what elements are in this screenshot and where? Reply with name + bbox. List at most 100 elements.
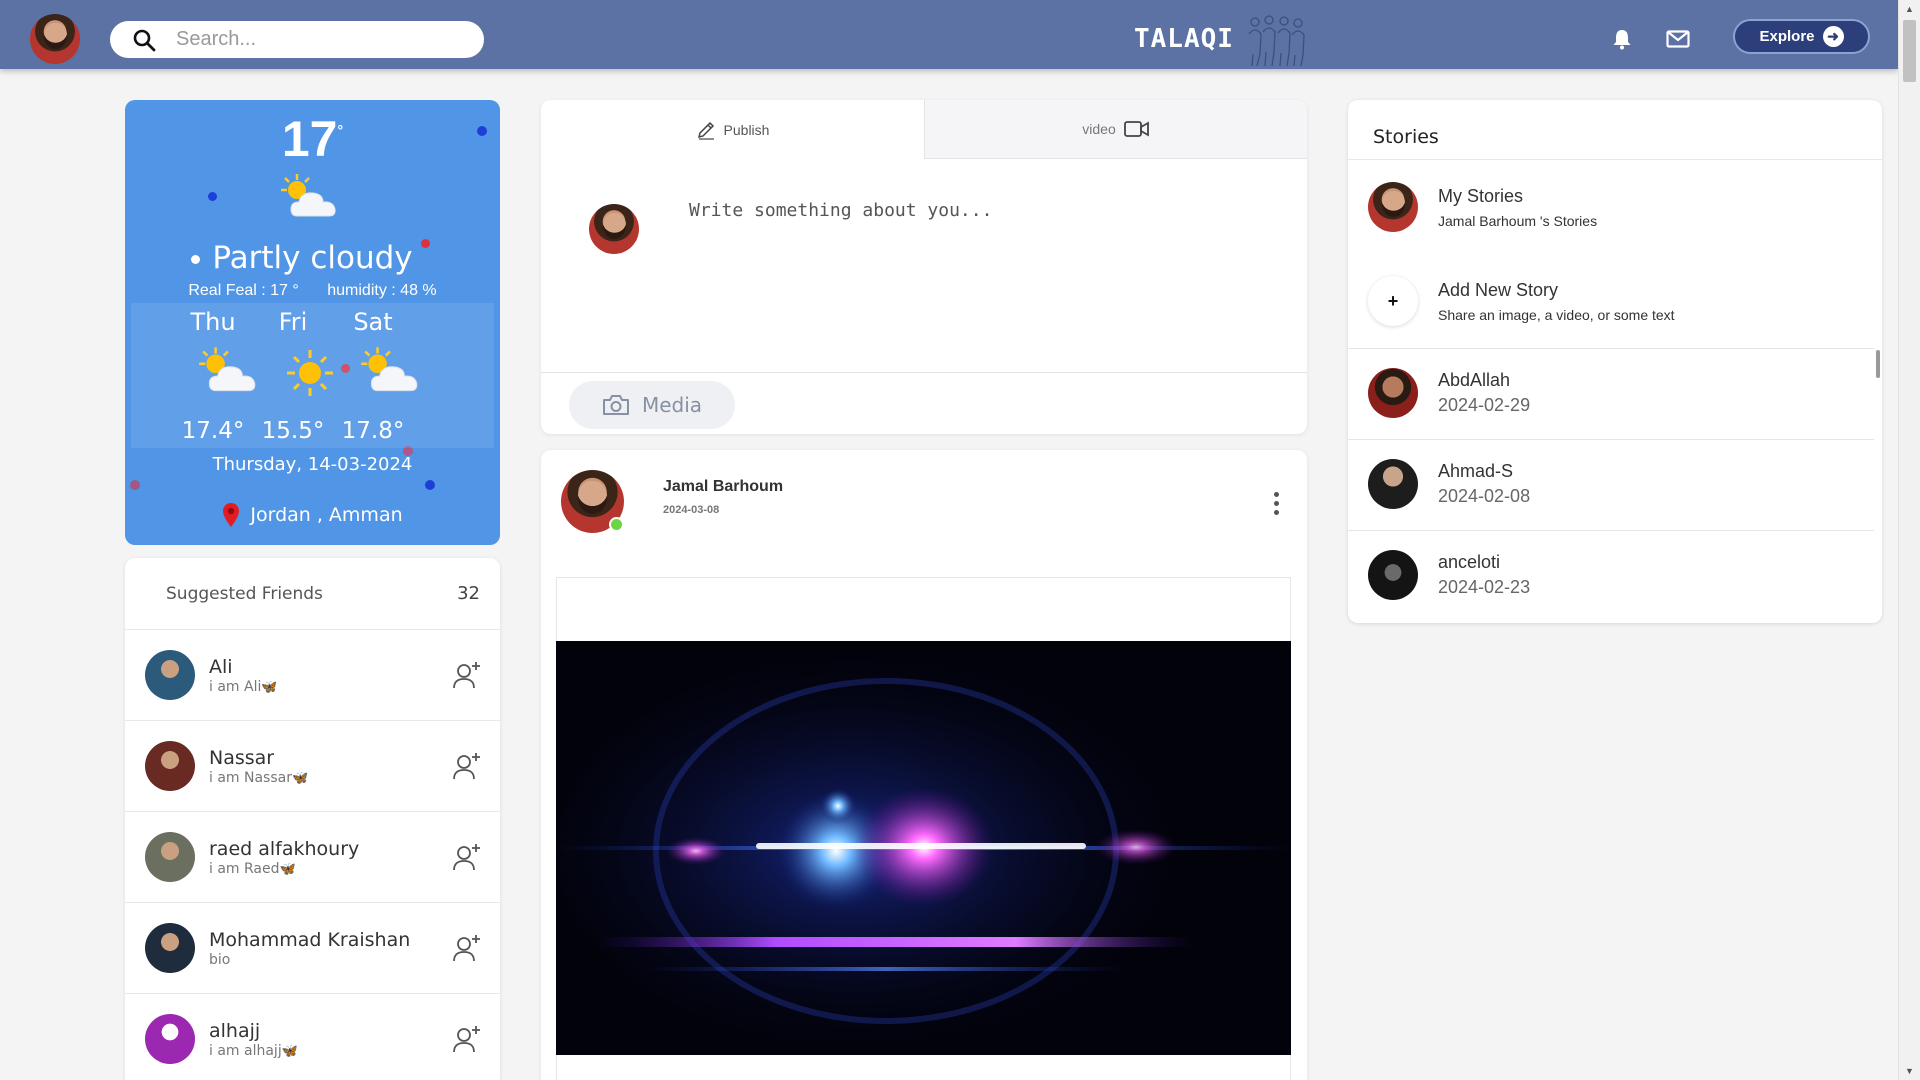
friend-avatar[interactable] [145,832,195,882]
tab-publish[interactable]: Publish [541,100,924,159]
divider [1348,348,1874,349]
suggested-friend-item[interactable]: raed alfakhoury i am Raed🦋 [125,812,500,903]
tab-publish-label: Publish [723,121,770,138]
story-item[interactable]: Ahmad-S 2024-02-08 [1348,459,1874,509]
messages-mail-icon[interactable] [1666,30,1690,48]
composer-avatar [589,204,639,254]
tab-video[interactable]: video [924,100,1307,159]
brand-name: TALAQI [1134,24,1234,54]
explore-button[interactable]: Explore ➜ [1733,19,1870,54]
explore-label: Explore [1759,28,1815,45]
story-date: 2024-02-29 [1438,395,1531,415]
media-label: Media [641,393,703,417]
add-friend-icon[interactable] [452,660,482,690]
weather-details: Real Feal : 17 ° humidity : 48 % [125,282,500,300]
friend-name: Ali [209,655,233,678]
add-friend-icon[interactable] [452,1024,482,1054]
friend-name: alhajj [209,1019,261,1042]
story-date: 2024-02-23 [1438,577,1531,597]
arrow-right-icon: ➜ [1822,26,1844,47]
scroll-down-icon[interactable]: ▼ [1905,1066,1914,1076]
friend-bio: i am alhajj🦋 [209,1042,298,1059]
friend-avatar[interactable] [145,923,195,973]
suggested-friends-title: Suggested Friends [166,583,323,604]
online-status-indicator [609,517,624,532]
plus-icon[interactable]: + [1368,276,1418,326]
post-image[interactable] [556,641,1291,1055]
my-stories-title: My Stories [1438,185,1524,206]
add-friend-icon[interactable] [452,933,482,963]
real-feel: Real Feal : 17 ° [188,282,299,299]
decor-dot [425,480,435,490]
search-input[interactable] [176,28,436,51]
friend-name: Mohammad Kraishan [209,928,411,951]
search-bar [110,21,484,58]
post-composer: Publish video Media [541,100,1307,434]
butterfly-icon: 🦋 [279,861,296,877]
pencil-icon [697,121,714,140]
divider [1348,439,1874,440]
stories-scrollbar-thumb[interactable] [1876,350,1880,378]
scrollbar-thumb[interactable] [1903,20,1916,82]
friend-avatar[interactable] [145,650,195,700]
location-text: Jordan , Amman [250,504,403,526]
suggested-friends-header: Suggested Friends 32 [125,558,500,630]
more-options-icon[interactable] [1274,492,1279,515]
story-item[interactable]: AbdAllah 2024-02-29 [1348,368,1874,418]
friend-bio: i am Ali🦋 [209,678,278,695]
friend-bio: i am Nassar🦋 [209,769,309,786]
add-story-item[interactable]: + Add New Story Share an image, a video,… [1348,276,1874,326]
people-logo-icon [1248,15,1305,67]
add-friend-icon[interactable] [452,842,482,872]
weather-widget: 17° Partly cloudy Real Feal : 17 ° humid… [125,100,500,545]
story-avatar [1368,550,1418,600]
story-user-name: AbdAllah [1438,370,1511,390]
friend-name: raed alfakhoury [209,837,360,860]
forecast-day: Sat [353,308,393,336]
forecast-day: Fri [278,308,308,336]
friend-avatar[interactable] [145,741,195,791]
friend-list: Ali i am Ali🦋 Nassar i am Nassar🦋 raed a… [125,630,500,1080]
profile-avatar[interactable] [30,14,80,64]
decor-dot [130,480,140,490]
friend-bio: bio [209,951,231,968]
my-stories-subtitle: Jamal Barhoum 's Stories [1438,212,1598,229]
camera-icon [602,395,629,415]
humidity: humidity : 48 % [327,282,437,299]
suggested-friends-panel: Suggested Friends 32 Ali i am Ali🦋 Nassa… [125,558,500,1080]
sunny-icon [287,350,333,396]
weather-condition: Partly cloudy [212,240,413,276]
butterfly-icon: 🦋 [261,679,278,695]
composer-tabs: Publish video [541,100,1307,159]
post-author-name[interactable]: Jamal Barhoum [663,478,783,496]
friend-bio: i am Raed🦋 [209,860,296,877]
top-navbar: TALAQI Explore ➜ [0,0,1898,69]
partly-cloudy-icon [199,347,256,392]
friend-name: Nassar [209,746,275,769]
notifications-bell-icon[interactable] [1612,28,1632,50]
add-story-subtitle: Share an image, a video, or some text [1438,306,1675,323]
suggested-friend-item[interactable]: Ali i am Ali🦋 [125,630,500,721]
suggested-friend-item[interactable]: Nassar i am Nassar🦋 [125,721,500,812]
story-avatar [1368,459,1418,509]
search-icon[interactable] [132,28,156,52]
story-date: 2024-02-08 [1438,486,1531,506]
current-temperature: 17° [281,111,344,167]
stories-panel: Stories My Stories Jamal Barhoum 's Stor… [1348,100,1882,623]
butterfly-icon: 🦋 [281,1043,298,1059]
story-user-name: anceloti [1438,552,1501,572]
post-text-input[interactable] [689,200,1269,360]
scroll-up-icon[interactable]: ▲ [1905,4,1914,14]
suggested-friend-item[interactable]: Mohammad Kraishan bio [125,903,500,994]
my-stories-item[interactable]: My Stories Jamal Barhoum 's Stories [1348,182,1874,232]
story-item[interactable]: anceloti 2024-02-23 [1348,550,1874,600]
add-friend-icon[interactable] [452,751,482,781]
media-upload-button[interactable]: Media [569,381,735,429]
divider [1348,530,1874,531]
feed-post: Jamal Barhoum 2024-03-08 [541,450,1307,1080]
post-date: 2024-03-08 [663,504,720,516]
page-scrollbar[interactable]: ▲ ▼ [1898,0,1920,1080]
suggested-friend-item[interactable]: alhajj i am alhajj🦋 [125,994,500,1080]
weather-location: Jordan , Amman [125,502,500,528]
friend-avatar[interactable] [145,1014,195,1064]
